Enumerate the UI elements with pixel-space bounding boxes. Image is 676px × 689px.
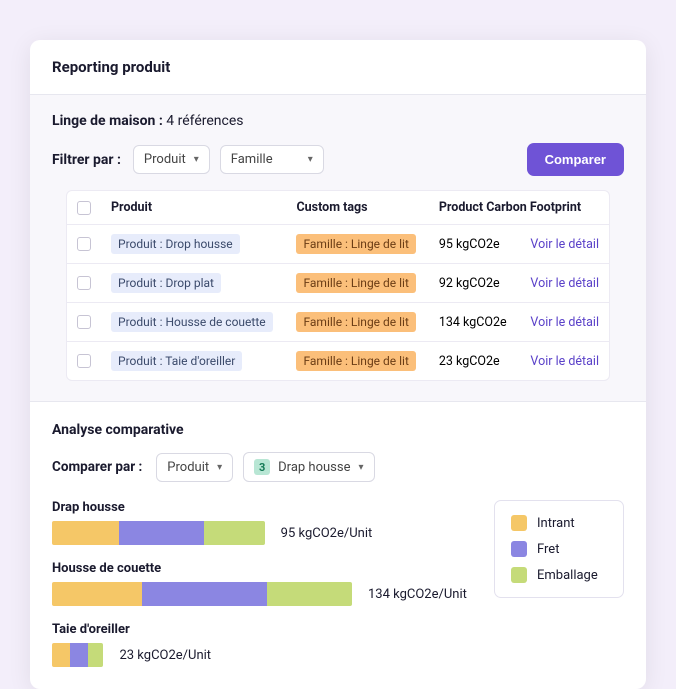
famille-tag: Famille : Linge de lit (296, 273, 415, 293)
table-row: Produit : Taie d'oreiller Famille : Linge… (67, 342, 609, 381)
filter-section: Linge de maison : 4 références Filtrer p… (30, 95, 646, 402)
bar-row: 23 kgCO2e/Unit (52, 643, 470, 667)
col-pcf: Product Carbon Footprint (429, 191, 609, 225)
table-row: Produit : Drop housse Famille : Linge de … (67, 225, 609, 264)
bar-group: Drap housse 95 kgCO2e/Unit (52, 500, 470, 545)
col-tags: Custom tags (286, 191, 428, 225)
product-table: Produit Custom tags Product Carbon Footp… (66, 190, 610, 381)
chevron-down-icon: ▾ (217, 462, 222, 473)
produit-tag: Produit : Housse de couette (111, 312, 273, 332)
bar-segment (52, 643, 70, 667)
detail-link[interactable]: Voir le détail (530, 315, 599, 330)
filter-select-famille[interactable]: Famille ▾ (220, 145, 324, 174)
compare-select-item[interactable]: 3 Drap housse ▾ (243, 452, 374, 482)
bar-group: Housse de couette 134 kgCO2e/Unit (52, 561, 470, 606)
pcf-value: 92 kgCO2e (429, 264, 519, 303)
legend-label: Fret (537, 542, 559, 557)
selection-count-badge: 3 (254, 459, 270, 475)
reporting-card: Reporting produit Linge de maison : 4 ré… (30, 40, 646, 689)
bar-segment (204, 521, 264, 545)
famille-tag: Famille : Linge de lit (296, 351, 415, 371)
legend-fret: Fret (511, 541, 607, 557)
compare-button[interactable]: Comparer (527, 143, 624, 176)
filter-by-label: Filtrer par : (52, 152, 121, 168)
compare-select-produit[interactable]: Produit ▾ (156, 453, 233, 482)
bar-row: 95 kgCO2e/Unit (52, 521, 470, 545)
legend-label: Intrant (537, 516, 575, 531)
analysis-title: Analyse comparative (52, 422, 624, 438)
col-produit: Produit (101, 191, 286, 225)
chart-legend: Intrant Fret Emballage (494, 500, 624, 598)
bar-segment (267, 582, 352, 606)
produit-tag: Produit : Taie d'oreiller (111, 351, 242, 371)
select-value: Produit (144, 152, 186, 167)
bar-segment (119, 521, 204, 545)
filter-select-produit[interactable]: Produit ▾ (133, 145, 210, 174)
swatch-icon (511, 567, 527, 583)
detail-link[interactable]: Voir le détail (530, 237, 599, 252)
legend-label: Emballage (537, 568, 598, 583)
bar-segment (52, 521, 119, 545)
table-header-row: Produit Custom tags Product Carbon Footp… (67, 191, 609, 225)
select-all-checkbox[interactable] (77, 201, 91, 215)
bar-title: Drap housse (52, 500, 470, 515)
bar-row: 134 kgCO2e/Unit (52, 582, 470, 606)
famille-tag: Famille : Linge de lit (296, 312, 415, 332)
analysis-body: Drap housse 95 kgCO2e/Unit Housse de couet… (52, 500, 624, 667)
detail-link[interactable]: Voir le détail (530, 276, 599, 291)
compare-row: Comparer par : Produit ▾ 3 Drap housse ▾ (52, 452, 624, 482)
swatch-icon (511, 541, 527, 557)
reference-text: 4 références (166, 113, 243, 129)
stacked-bar (52, 582, 352, 606)
swatch-icon (511, 515, 527, 531)
reference-count: Linge de maison : 4 références (52, 113, 624, 129)
pcf-value: 23 kgCO2e (429, 342, 519, 381)
bar-group: Taie d'oreiller 23 kgCO2e/Unit (52, 622, 470, 667)
page-title: Reporting produit (52, 58, 624, 76)
select-value: Drap housse (278, 460, 350, 475)
produit-tag: Produit : Drop housse (111, 234, 240, 254)
filter-row: Filtrer par : Produit ▾ Famille ▾ Compar… (52, 143, 624, 176)
pcf-value: 95 kgCO2e (429, 225, 519, 264)
bar-value: 134 kgCO2e/Unit (368, 587, 467, 602)
row-checkbox[interactable] (77, 315, 91, 329)
produit-tag: Produit : Drop plat (111, 273, 221, 293)
legend-intrant: Intrant (511, 515, 607, 531)
bar-segment (52, 582, 142, 606)
bar-value: 95 kgCO2e/Unit (281, 526, 373, 541)
table-row: Produit : Housse de couette Famille : Lin… (67, 303, 609, 342)
category-label: Linge de maison : (52, 113, 163, 129)
chevron-down-icon: ▾ (358, 462, 363, 473)
table-row: Produit : Drop plat Famille : Linge de li… (67, 264, 609, 303)
chevron-down-icon: ▾ (308, 154, 313, 165)
analysis-section: Analyse comparative Comparer par : Produ… (30, 402, 646, 689)
bar-segment (88, 643, 104, 667)
bar-value: 23 kgCO2e/Unit (119, 648, 211, 663)
row-checkbox[interactable] (77, 276, 91, 290)
row-checkbox[interactable] (77, 237, 91, 251)
stacked-bar (52, 521, 265, 545)
row-checkbox[interactable] (77, 354, 91, 368)
card-header: Reporting produit (30, 40, 646, 95)
pcf-value: 134 kgCO2e (429, 303, 519, 342)
compare-by-label: Comparer par : (52, 459, 142, 475)
select-value: Produit (167, 460, 209, 475)
legend-emballage: Emballage (511, 567, 607, 583)
chevron-down-icon: ▾ (194, 154, 199, 165)
famille-tag: Famille : Linge de lit (296, 234, 415, 254)
stacked-bar (52, 643, 103, 667)
bar-title: Taie d'oreiller (52, 622, 470, 637)
detail-link[interactable]: Voir le détail (530, 354, 599, 369)
chart-bars: Drap housse 95 kgCO2e/Unit Housse de couet… (52, 500, 470, 667)
select-value: Famille (231, 152, 273, 167)
bar-segment (142, 582, 267, 606)
bar-segment (70, 643, 88, 667)
bar-title: Housse de couette (52, 561, 470, 576)
